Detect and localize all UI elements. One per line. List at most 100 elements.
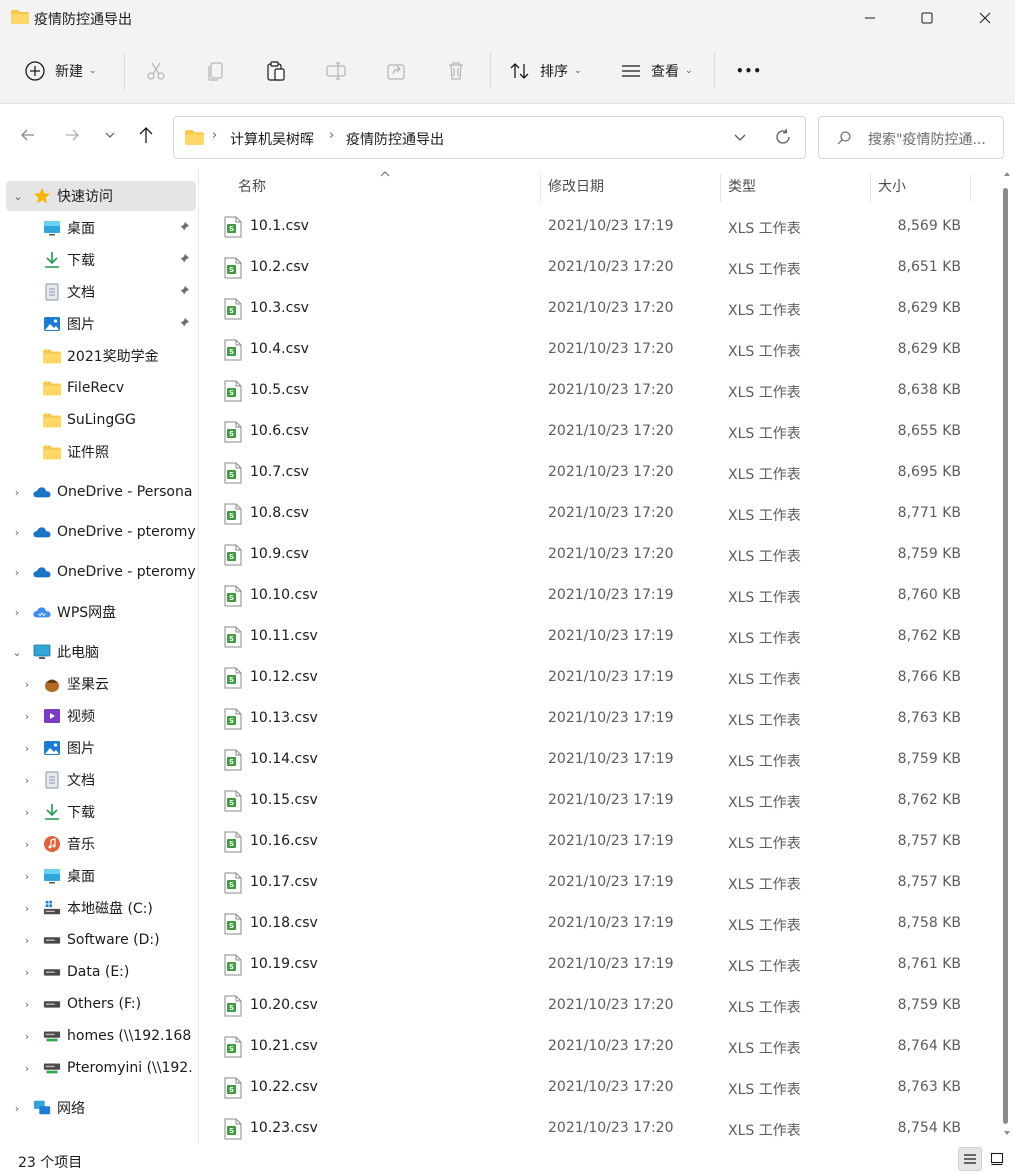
rename-button[interactable] [325,53,347,89]
sidebar-item[interactable]: 图片 [0,309,198,339]
back-button[interactable] [14,121,42,149]
file-row[interactable]: S 10.4.csv 2021/10/23 17:20 XLS 工作表 8,629 KB [200,330,980,371]
new-button[interactable]: 新建 ⌄ [24,53,97,89]
more-options-button[interactable]: ••• [736,53,762,89]
sidebar-item[interactable]: › homes (\\192.168 [0,1021,198,1051]
sidebar-item[interactable]: › 网络 [0,1093,198,1123]
column-divider[interactable] [870,174,871,202]
column-header-date[interactable]: 修改日期 [548,168,604,204]
column-divider[interactable] [720,174,721,202]
close-button[interactable] [956,0,1014,36]
file-row[interactable]: S 10.21.csv 2021/10/23 17:20 XLS 工作表 8,764 K… [200,1027,980,1068]
sidebar-item[interactable]: › 音乐 [0,829,198,859]
file-row[interactable]: S 10.9.csv 2021/10/23 17:20 XLS 工作表 8,759 KB [200,535,980,576]
file-row[interactable]: S 10.15.csv 2021/10/23 17:19 XLS 工作表 8,762 K… [200,781,980,822]
file-row[interactable]: S 10.20.csv 2021/10/23 17:20 XLS 工作表 8,759 K… [200,986,980,1027]
chevron-right-icon[interactable]: › [21,806,33,819]
sidebar-item[interactable]: › 文档 [0,765,198,795]
file-row[interactable]: S 10.1.csv 2021/10/23 17:19 XLS 工作表 8,569 KB [200,207,980,248]
chevron-right-icon[interactable]: › [21,1062,33,1075]
chevron-right-icon[interactable]: › [21,1030,33,1043]
file-row[interactable]: S 10.7.csv 2021/10/23 17:20 XLS 工作表 8,695 KB [200,453,980,494]
address-dropdown-chevron-icon[interactable] [733,132,747,144]
chevron-right-icon[interactable]: › [21,998,33,1011]
chevron-down-icon[interactable]: ⌄ [11,646,23,659]
sidebar-item[interactable]: 桌面 [0,213,198,243]
forward-button[interactable] [58,121,86,149]
sidebar-item[interactable]: › 视频 [0,701,198,731]
column-header-type[interactable]: 类型 [728,168,756,204]
file-row[interactable]: S 10.12.csv 2021/10/23 17:19 XLS 工作表 8,766 K… [200,658,980,699]
chevron-right-icon[interactable]: › [21,678,33,691]
column-divider[interactable] [540,174,541,202]
chevron-right-icon[interactable]: › [21,838,33,851]
sidebar-item[interactable]: › OneDrive - pteromy [0,557,198,587]
details-view-button[interactable] [958,1147,982,1171]
scrollbar-thumb[interactable] [1003,188,1008,1124]
breadcrumb-item[interactable]: 计算机吴树晖 [230,129,314,149]
sidebar-item[interactable]: 文档 [0,277,198,307]
cut-button[interactable] [145,53,167,89]
column-header-size[interactable]: 大小 [878,168,906,204]
column-divider[interactable] [970,174,971,202]
chevron-right-icon[interactable]: › [11,566,23,579]
sidebar-item[interactable]: 2021奖助学金 [0,341,198,371]
sidebar-item[interactable]: › 坚果云 [0,669,198,699]
sidebar-item[interactable]: › WPS网盘 [0,597,198,627]
breadcrumb-item[interactable]: 疫情防控通导出 [346,129,444,149]
column-header-name[interactable]: 名称 [238,168,266,204]
file-row[interactable]: S 10.6.csv 2021/10/23 17:20 XLS 工作表 8,655 KB [200,412,980,453]
file-row[interactable]: S 10.5.csv 2021/10/23 17:20 XLS 工作表 8,638 KB [200,371,980,412]
scroll-up-icon[interactable] [1003,171,1011,177]
share-button[interactable] [385,53,407,89]
chevron-down-icon[interactable]: ⌄ [12,190,24,203]
file-row[interactable]: S 10.3.csv 2021/10/23 17:20 XLS 工作表 8,629 KB [200,289,980,330]
sidebar-item[interactable]: › 桌面 [0,861,198,891]
scroll-down-icon[interactable] [1003,1130,1011,1136]
file-row[interactable]: S 10.11.csv 2021/10/23 17:19 XLS 工作表 8,762 K… [200,617,980,658]
recent-locations-button[interactable] [96,121,124,149]
chevron-right-icon[interactable]: › [21,934,33,947]
chevron-right-icon[interactable]: › [21,742,33,755]
sidebar-item[interactable]: 证件照 [0,437,198,467]
sidebar-item[interactable]: › 图片 [0,733,198,763]
sort-button[interactable]: 排序 ⌄ [509,53,582,89]
view-button[interactable]: 查看 ⌄ [620,53,693,89]
sidebar-item[interactable]: › Pteromyini (\\192. [0,1053,198,1083]
sidebar-item[interactable]: › OneDrive - pteromy [0,517,198,547]
file-row[interactable]: S 10.17.csv 2021/10/23 17:19 XLS 工作表 8,757 K… [200,863,980,904]
sidebar-item[interactable]: › Others (F:) [0,989,198,1019]
sidebar-item[interactable]: FileRecv [0,373,198,403]
sidebar-item[interactable]: ⌄ 快速访问 [6,181,196,211]
file-row[interactable]: S 10.10.csv 2021/10/23 17:19 XLS 工作表 8,760 K… [200,576,980,617]
minimize-button[interactable] [841,0,899,36]
sidebar-item[interactable]: › Data (E:) [0,957,198,987]
sidebar-item[interactable]: › 本地磁盘 (C:) [0,893,198,923]
sidebar-item[interactable]: › OneDrive - Persona [0,477,198,507]
file-row[interactable]: S 10.18.csv 2021/10/23 17:19 XLS 工作表 8,758 K… [200,904,980,945]
file-row[interactable]: S 10.16.csv 2021/10/23 17:19 XLS 工作表 8,757 K… [200,822,980,863]
chevron-right-icon[interactable]: › [21,774,33,787]
chevron-right-icon[interactable]: › [11,526,23,539]
maximize-button[interactable] [898,0,956,36]
chevron-right-icon[interactable]: › [21,902,33,915]
chevron-right-icon[interactable]: › [21,710,33,723]
refresh-icon[interactable] [774,128,792,146]
chevron-right-icon[interactable]: › [11,606,23,619]
file-row[interactable]: S 10.2.csv 2021/10/23 17:20 XLS 工作表 8,651 KB [200,248,980,289]
sidebar-item[interactable]: ⌄ 此电脑 [0,637,198,667]
chevron-right-icon[interactable]: › [11,486,23,499]
delete-button[interactable] [445,53,467,89]
file-row[interactable]: S 10.13.csv 2021/10/23 17:19 XLS 工作表 8,763 K… [200,699,980,740]
address-bar[interactable]: › 计算机吴树晖 › 疫情防控通导出 [173,116,806,159]
file-row[interactable]: S 10.22.csv 2021/10/23 17:20 XLS 工作表 8,763 K… [200,1068,980,1109]
file-row[interactable]: S 10.8.csv 2021/10/23 17:20 XLS 工作表 8,771 KB [200,494,980,535]
sidebar-item[interactable]: SuLingGG [0,405,198,435]
file-row[interactable]: S 10.14.csv 2021/10/23 17:19 XLS 工作表 8,759 K… [200,740,980,781]
chevron-right-icon[interactable]: › [21,870,33,883]
sidebar-item[interactable]: › 下载 [0,797,198,827]
sidebar-item[interactable]: 下载 [0,245,198,275]
search-box[interactable]: 搜索"疫情防控通... [818,116,1004,159]
paste-button[interactable] [265,53,287,89]
sidebar-item[interactable]: › Software (D:) [0,925,198,955]
